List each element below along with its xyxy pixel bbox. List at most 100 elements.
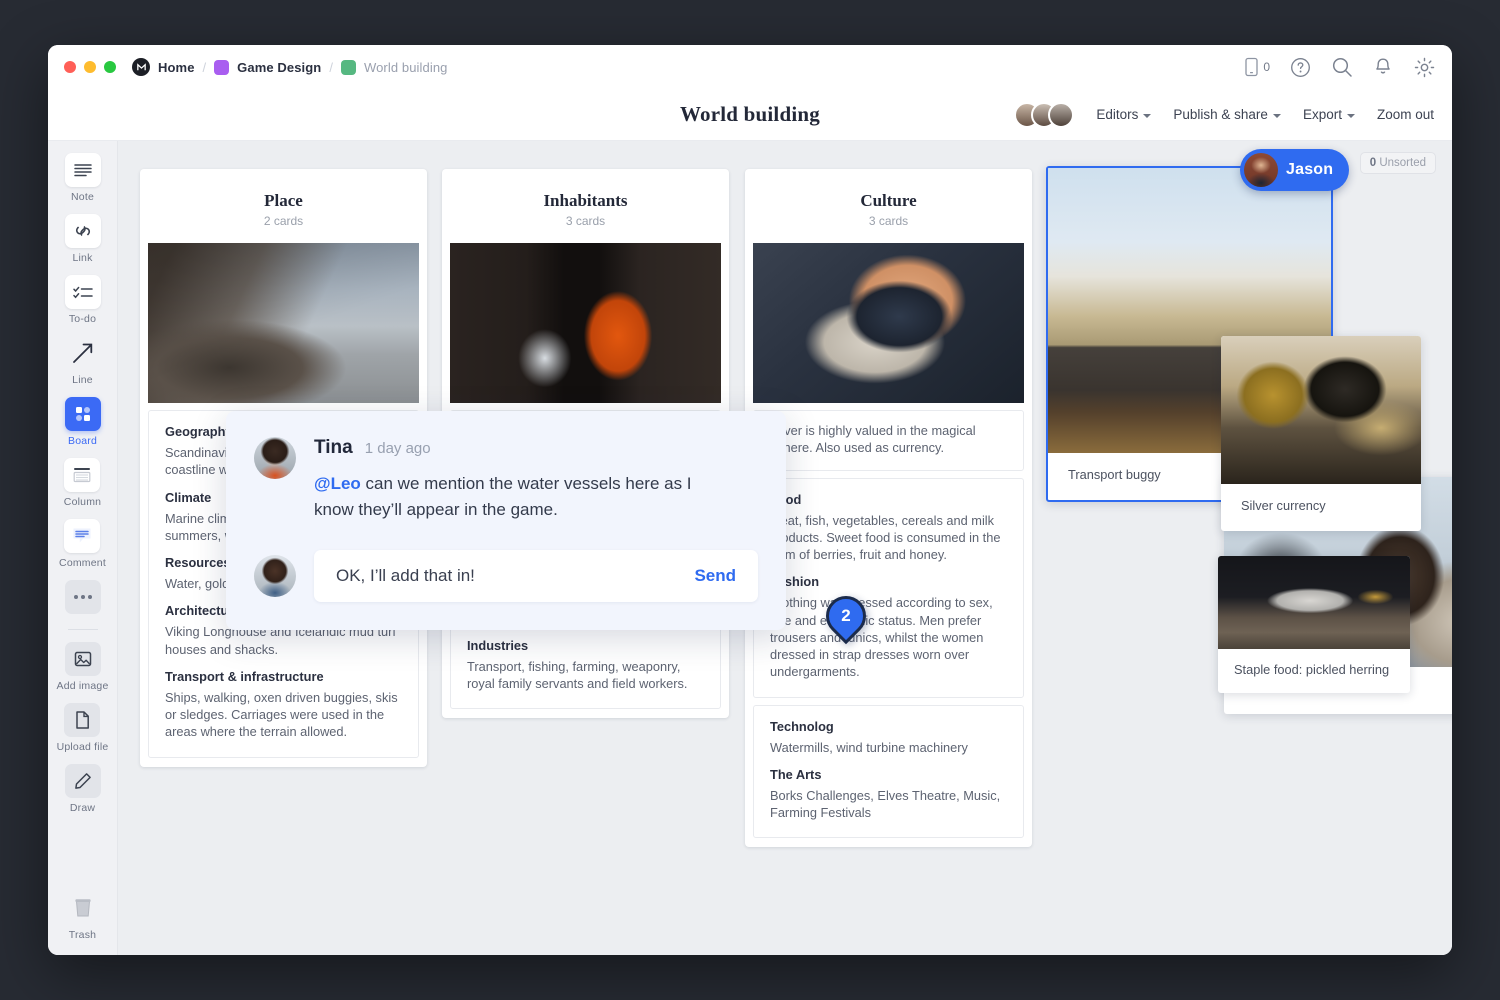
column-culture[interactable]: Culture 3 cards Silver is highly valued … — [745, 169, 1032, 847]
jason-avatar — [1244, 153, 1278, 187]
card-culture-tech-arts[interactable]: Technolog Watermills, wind turbine machi… — [753, 705, 1024, 839]
unsorted-count: 0 — [1370, 157, 1376, 169]
publish-share-menu[interactable]: Publish & share — [1173, 107, 1281, 122]
section-heading: Industries — [467, 638, 704, 653]
notifications-icon[interactable] — [1373, 56, 1393, 78]
sidebar-item-todo[interactable]: To-do — [65, 275, 101, 325]
close-window-button[interactable] — [64, 61, 76, 73]
avatar — [254, 555, 296, 597]
chevron-down-icon — [1143, 114, 1151, 118]
sidebar-label-line: Line — [72, 374, 93, 386]
section-text: Meat, fish, vegetables, cereals and milk… — [770, 512, 1007, 564]
section-text: Ships, walking, oxen driven buggies, ski… — [165, 689, 402, 741]
editor-avatars[interactable] — [1014, 102, 1074, 128]
green-swatch-icon — [341, 60, 356, 75]
comment-icon — [64, 519, 100, 553]
publish-share-menu-label: Publish & share — [1173, 107, 1268, 122]
app-window: Home / Game Design / World building 0 — [48, 45, 1452, 955]
floating-card-silver-currency[interactable]: Silver currency — [1221, 336, 1421, 531]
sidebar-item-more[interactable] — [65, 580, 101, 614]
sidebar-label-draw: Draw — [70, 802, 95, 814]
section-text: Borks Challenges, Elves Theatre, Music, … — [770, 787, 1007, 822]
maximize-window-button[interactable] — [104, 61, 116, 73]
comment-reply-input[interactable]: OK, I’ll add that in! Send — [314, 550, 758, 602]
send-button[interactable]: Send — [694, 566, 736, 586]
breadcrumb-item-world-building[interactable]: World building — [341, 60, 448, 75]
sidebar-item-link[interactable]: Link — [65, 214, 101, 264]
comment-timestamp: 1 day ago — [365, 440, 431, 457]
comment-thread-item: Tina 1 day ago @Leo can we mention the w… — [254, 437, 758, 522]
comment-reply-row: OK, I’ll add that in! Send — [254, 550, 758, 602]
unsorted-label: Unsorted — [1379, 157, 1426, 169]
zoom-out-button[interactable]: Zoom out — [1377, 107, 1434, 122]
window-titlebar: Home / Game Design / World building 0 — [48, 45, 1452, 89]
sidebar-item-upload-file[interactable]: Upload file — [57, 703, 109, 753]
column-icon — [64, 458, 100, 492]
sidebar-item-add-image[interactable]: Add image — [57, 642, 109, 692]
card-image[interactable] — [753, 243, 1024, 403]
section-text: Transport, fishing, farming, weaponry, r… — [467, 658, 704, 693]
card-image[interactable] — [450, 243, 721, 403]
floating-card-label: Staple food: pickled herring — [1218, 649, 1410, 693]
sidebar-item-column[interactable]: Column — [64, 458, 101, 508]
floating-card-pickled-herring[interactable]: Staple food: pickled herring — [1218, 556, 1410, 693]
column-title: Culture — [753, 191, 1024, 211]
sidebar-label-comment: Comment — [59, 557, 106, 569]
todo-icon — [65, 275, 101, 309]
column-title: Place — [148, 191, 419, 211]
section-heading: The Arts — [770, 767, 1007, 782]
breadcrumb-item-home[interactable]: Home — [132, 58, 195, 76]
breadcrumb-separator-2: / — [329, 60, 333, 75]
minimize-window-button[interactable] — [84, 61, 96, 73]
window-controls[interactable] — [64, 61, 116, 73]
device-count: 0 — [1263, 60, 1270, 74]
search-icon[interactable] — [1331, 56, 1353, 78]
board-icon — [65, 397, 101, 431]
sidebar-item-board[interactable]: Board — [65, 397, 101, 447]
sidebar-item-comment[interactable]: Comment — [59, 519, 106, 569]
sidebar-divider — [68, 629, 98, 630]
tool-sidebar: Note Link To-do — [48, 141, 118, 955]
chevron-down-icon — [1273, 114, 1281, 118]
sidebar-item-line[interactable]: Line — [65, 336, 101, 386]
collaborator-cursor-jason: Jason — [1240, 149, 1349, 191]
editors-menu-label: Editors — [1096, 107, 1138, 122]
card-culture-details[interactable]: Food Meat, fish, vegetables, cereals and… — [753, 478, 1024, 698]
comment-mention[interactable]: @Leo — [314, 474, 361, 493]
breadcrumb-separator: / — [203, 60, 207, 75]
desktop-backdrop: Home / Game Design / World building 0 — [0, 0, 1500, 1000]
sidebar-item-note[interactable]: Note — [65, 153, 101, 203]
breadcrumb-label-world-building: World building — [364, 60, 448, 75]
section-text: Clothing was dressed according to sex, a… — [770, 594, 1007, 680]
sidebar-item-trash[interactable]: Trash — [65, 891, 101, 941]
card-culture-currency[interactable]: Silver is highly valued in the magical s… — [753, 410, 1024, 471]
export-menu[interactable]: Export — [1303, 107, 1355, 122]
sidebar-label-board: Board — [68, 435, 97, 447]
purple-swatch-icon — [214, 60, 229, 75]
column-header: Place 2 cards — [148, 177, 419, 236]
sidebar-item-draw[interactable]: Draw — [65, 764, 101, 814]
document-header: World building Editors Publish & share E… — [48, 89, 1452, 141]
column-header: Culture 3 cards — [753, 177, 1024, 236]
comment-message: can we mention the water vessels here as… — [314, 474, 692, 519]
sidebar-label-column: Column — [64, 496, 101, 508]
sidebar-label-todo: To-do — [69, 313, 96, 325]
comment-pin[interactable]: 2 — [826, 596, 866, 646]
note-icon — [65, 153, 101, 187]
fish-photo — [1218, 556, 1410, 649]
comment-author: Tina — [314, 437, 353, 459]
unsorted-badge[interactable]: 0 Unsorted — [1360, 152, 1436, 174]
sidebar-label-add-image: Add image — [57, 680, 109, 692]
section-text: Silver is highly valued in the magical s… — [770, 422, 1007, 457]
card-image[interactable] — [148, 243, 419, 403]
help-icon[interactable] — [1290, 57, 1311, 78]
breadcrumb-item-game-design[interactable]: Game Design — [214, 60, 321, 75]
editors-menu[interactable]: Editors — [1096, 107, 1151, 122]
link-icon — [65, 214, 101, 248]
board-canvas[interactable]: 0 Unsorted Place 2 cards Geography — [118, 141, 1452, 955]
sidebar-label-trash: Trash — [69, 929, 96, 941]
floating-card-label: Silver currency — [1221, 484, 1421, 531]
mobile-preview-icon[interactable]: 0 — [1244, 57, 1270, 77]
settings-icon[interactable] — [1413, 56, 1436, 79]
comment-popup[interactable]: Tina 1 day ago @Leo can we mention the w… — [226, 411, 786, 630]
